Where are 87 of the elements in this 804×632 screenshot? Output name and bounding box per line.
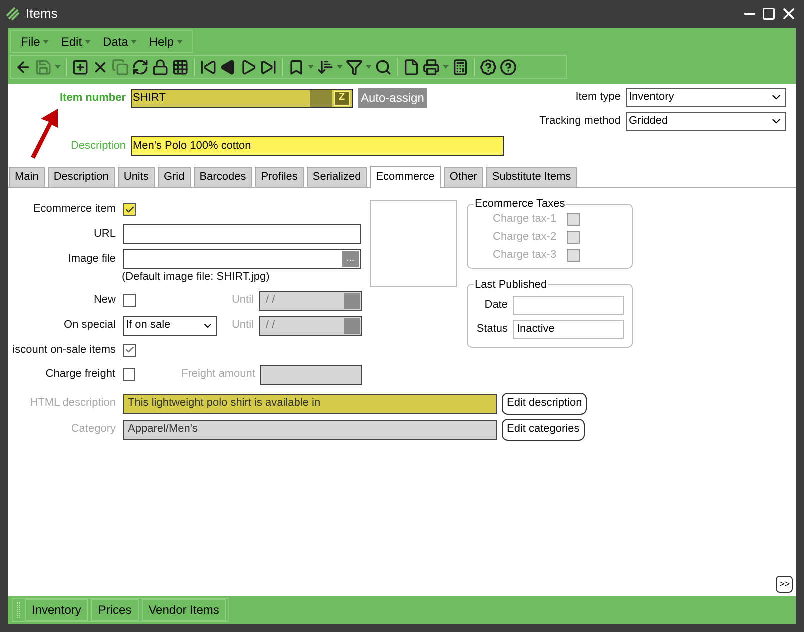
add-icon[interactable]: [72, 58, 89, 76]
checkbox[interactable]: [123, 203, 136, 216]
bookmark-icon[interactable]: [288, 58, 305, 76]
menu-item[interactable]: Help: [149, 32, 184, 50]
lock-icon[interactable]: [152, 58, 169, 76]
caret-icon: [337, 65, 343, 69]
field-label: iscount on-sale items: [12, 342, 116, 358]
last-record-icon[interactable]: [260, 58, 277, 76]
app-logo-icon: [6, 7, 20, 21]
caret-icon: [85, 40, 92, 44]
field-label: Date: [484, 298, 508, 314]
date-field[interactable]: [513, 296, 624, 315]
expand-button[interactable]: >>: [776, 576, 793, 593]
field-label: Item type: [576, 90, 621, 106]
field-label: New: [94, 293, 116, 308]
bottom-tab[interactable]: Inventory: [25, 599, 88, 621]
caret-icon: [131, 40, 138, 44]
group-title: Ecommerce Taxes: [474, 197, 566, 212]
dropdown-field[interactable]: Inventory: [626, 88, 786, 107]
maximize-icon[interactable]: [762, 7, 776, 21]
tab[interactable]: Ecommerce: [370, 166, 441, 188]
url-field[interactable]: [123, 224, 361, 244]
field-label: Charge tax-2: [493, 230, 557, 245]
caret-icon: [43, 40, 50, 44]
on-special-dropdown[interactable]: If on sale: [123, 316, 217, 336]
field-label: URL: [94, 226, 116, 242]
window-title: Items: [26, 5, 58, 24]
tab[interactable]: Description: [48, 167, 115, 187]
field-label: Category: [71, 422, 116, 438]
sort-icon[interactable]: [317, 58, 334, 76]
tab[interactable]: Profiles: [255, 167, 304, 187]
grip-icon: [17, 602, 20, 618]
tab[interactable]: Substitute Items: [486, 167, 578, 187]
first-record-icon[interactable]: [200, 58, 217, 76]
document-icon[interactable]: [403, 58, 420, 76]
bottom-tab[interactable]: Vendor Items: [142, 599, 226, 621]
search-icon[interactable]: [375, 58, 392, 76]
field-label: Item number: [58, 90, 126, 106]
tab[interactable]: Grid: [158, 167, 191, 187]
field-label: HTML description: [30, 396, 116, 412]
tab[interactable]: Serialized: [306, 167, 368, 187]
grid-icon[interactable]: [172, 58, 189, 76]
status-field[interactable]: Inactive: [513, 320, 624, 339]
field-label: Tracking method: [539, 114, 621, 130]
field-label: Until: [232, 293, 254, 308]
field-label: Status: [476, 322, 508, 338]
z-button[interactable]: Z: [334, 90, 350, 106]
field-label: Description: [70, 138, 126, 154]
calculator-icon[interactable]: [452, 58, 469, 76]
description-field[interactable]: Men's Polo 100% cotton: [131, 136, 504, 156]
checkbox[interactable]: [123, 294, 136, 307]
freight-amount-field[interactable]: [260, 364, 362, 384]
caret-icon: [177, 40, 184, 44]
checkbox[interactable]: [122, 368, 136, 381]
help-icon[interactable]: [500, 58, 517, 76]
refresh-icon[interactable]: [132, 58, 149, 76]
field-label: On special: [64, 318, 116, 334]
back-arrow-icon[interactable]: [15, 58, 32, 76]
dropdown-field[interactable]: Gridded: [626, 112, 786, 131]
menu-item[interactable]: File: [21, 32, 50, 50]
field-label: Ecommerce item: [33, 202, 116, 218]
field-label: Charge freight: [46, 367, 116, 382]
menu-item[interactable]: Data: [103, 32, 138, 50]
caret-icon: [308, 65, 314, 69]
field-label: Charge tax-1: [493, 212, 557, 227]
field-label: (Default image file: SHIRT.jpg): [122, 271, 270, 283]
caret-icon: [366, 65, 372, 69]
tab[interactable]: Main: [9, 167, 45, 187]
next-record-icon[interactable]: [240, 58, 257, 76]
printer-icon[interactable]: [423, 58, 440, 76]
group-title: Last Published: [474, 278, 548, 292]
tab[interactable]: Barcodes: [194, 167, 252, 187]
previous-record-icon[interactable]: [220, 58, 237, 76]
checkbox[interactable]: [123, 344, 136, 356]
caret-icon: [443, 65, 449, 69]
menu-item[interactable]: Edit: [61, 32, 92, 50]
item-number-field[interactable]: SHIRT Z: [131, 88, 353, 108]
help-badge-icon[interactable]: [480, 58, 497, 76]
tab[interactable]: Other: [444, 167, 484, 187]
filter-icon[interactable]: [346, 58, 363, 76]
field-label: Until: [232, 318, 254, 334]
bottom-tab[interactable]: Prices: [91, 599, 139, 621]
caret-icon: [55, 65, 61, 69]
field-label: Freight amount: [181, 367, 256, 382]
field-label: Image file: [68, 252, 116, 267]
field-label: Charge tax-3: [493, 248, 557, 263]
tab[interactable]: Units: [118, 167, 155, 187]
